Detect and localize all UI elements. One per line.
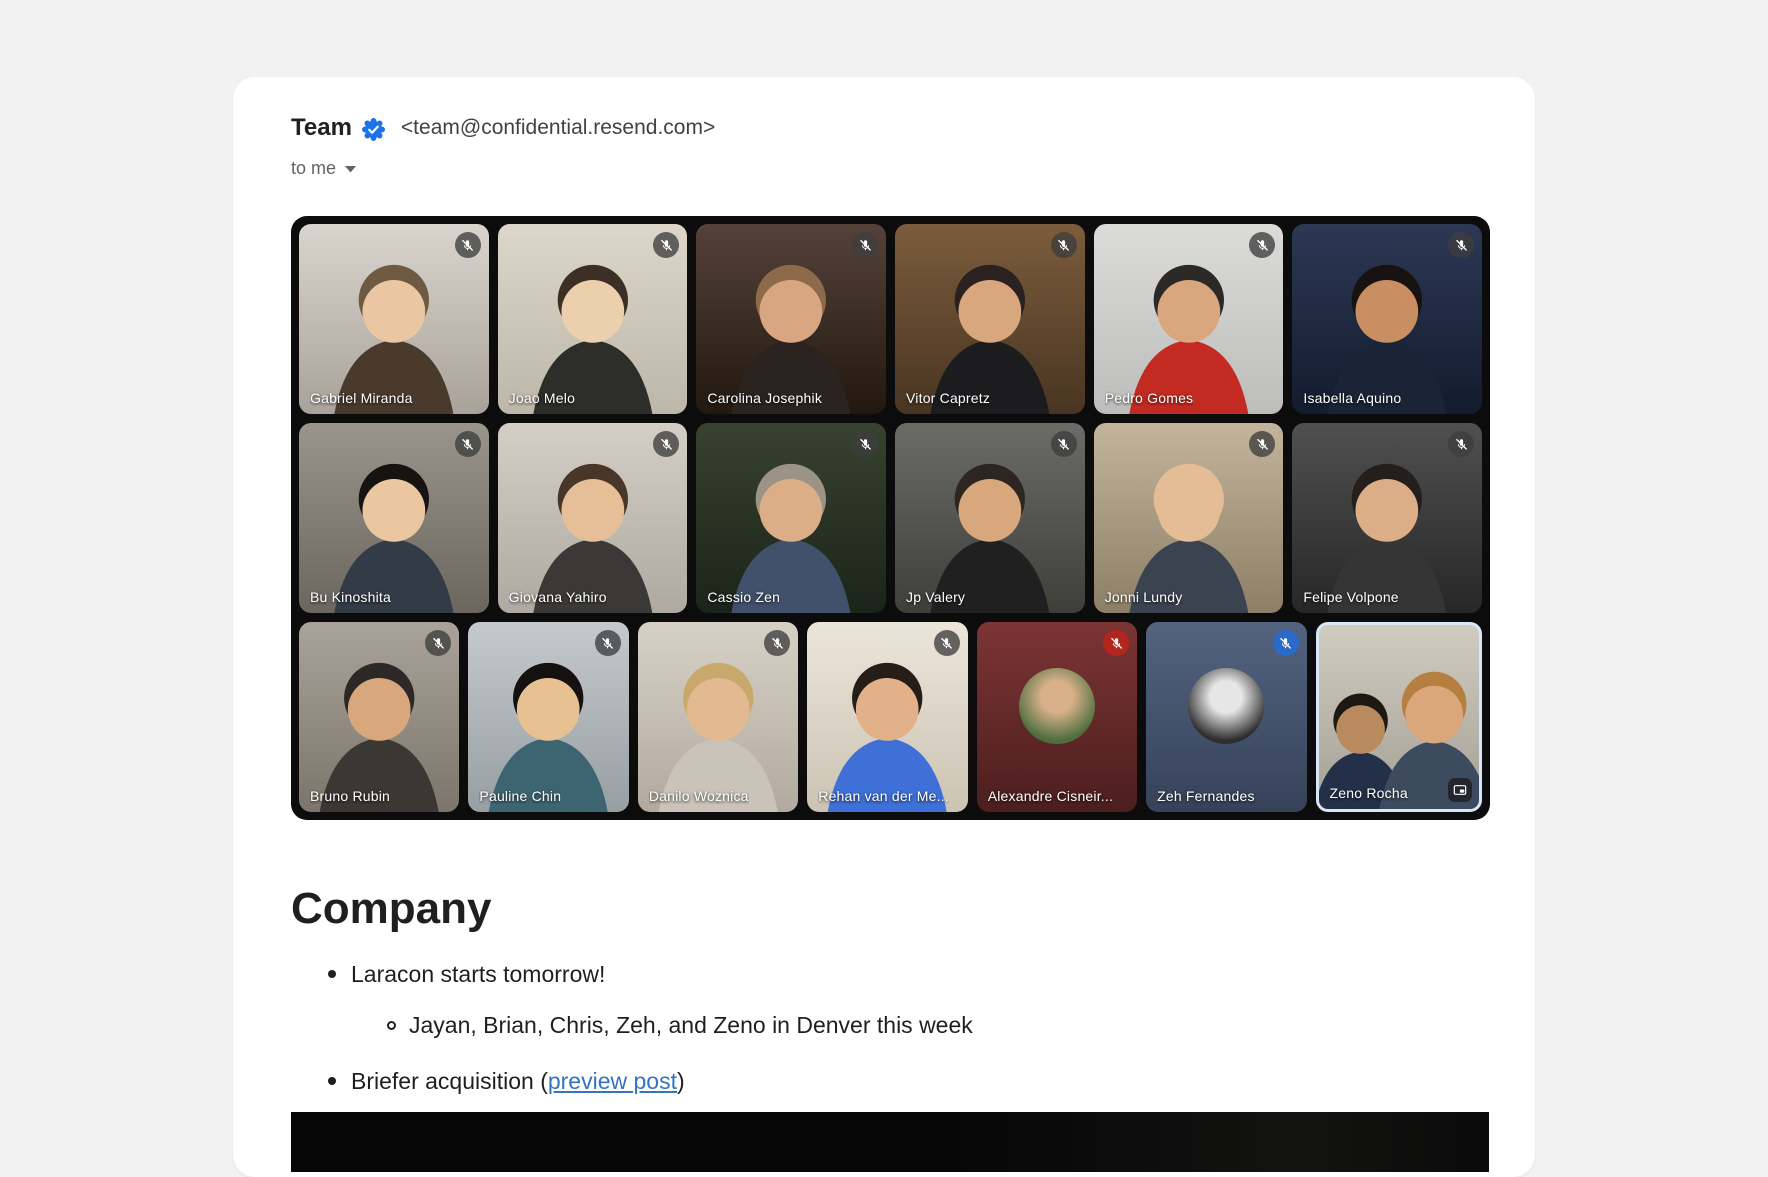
mute-badge (1273, 630, 1299, 656)
mic-off-icon (1278, 636, 1293, 651)
mic-off-icon (1109, 636, 1124, 651)
bullet-circle (387, 1021, 396, 1030)
mic-off-icon (460, 437, 475, 452)
mic-off-icon (858, 238, 873, 253)
bullet-dot (328, 1077, 336, 1085)
bullet-text-before: Briefer acquisition ( (351, 1068, 548, 1094)
mute-badge (852, 431, 878, 457)
mic-off-icon (460, 238, 475, 253)
meet-screenshot-image[interactable]: Gabriel Miranda Joao Melo Carolina Josep… (291, 216, 1490, 820)
participant-tile: Felipe Volpone (1292, 423, 1482, 613)
participant-name: Jp Valery (906, 589, 965, 605)
bullet-text-after: ) (677, 1068, 685, 1094)
mute-badge (455, 232, 481, 258)
bullet-dot (328, 970, 336, 978)
meet-grid-row: Bruno Rubin Pauline Chin Danilo Woznica … (299, 622, 1482, 812)
meet-grid-row: Bu Kinoshita Giovana Yahiro Cassio Zen J… (299, 423, 1482, 613)
mic-off-icon (770, 636, 785, 651)
participant-tile: Jonni Lundy (1094, 423, 1284, 613)
participant-name: Danilo Woznica (649, 788, 749, 804)
participant-tile: Isabella Aquino (1292, 224, 1482, 414)
company-heading: Company (291, 883, 1535, 935)
participant-name: Rehan van der Me... (818, 788, 949, 804)
recipient-dropdown[interactable]: to me (291, 156, 1535, 180)
mic-off-icon (939, 636, 954, 651)
mic-off-icon (1454, 238, 1469, 253)
participant-name: Gabriel Miranda (310, 390, 413, 406)
meet-grid-row: Gabriel Miranda Joao Melo Carolina Josep… (299, 224, 1482, 414)
participant-tile: Pedro Gomes (1094, 224, 1284, 414)
mute-badge (934, 630, 960, 656)
participant-tile: Alexandre Cisneir... (977, 622, 1137, 812)
participant-name: Giovana Yahiro (509, 589, 607, 605)
sender-address[interactable]: <team@confidential.resend.com> (401, 116, 715, 140)
participant-name: Vitor Capretz (906, 390, 990, 406)
participant-tile: Cassio Zen (696, 423, 886, 613)
participant-tile: Bu Kinoshita (299, 423, 489, 613)
mute-badge (1448, 431, 1474, 457)
participant-name: Pauline Chin (479, 788, 561, 804)
verified-badge-icon (362, 118, 385, 141)
mute-badge (595, 630, 621, 656)
participant-tile: Joao Melo (498, 224, 688, 414)
mic-off-icon (600, 636, 615, 651)
mic-off-icon (659, 238, 674, 253)
mic-off-icon (1056, 437, 1071, 452)
participant-name: Zeh Fernandes (1157, 788, 1255, 804)
mic-off-icon (1255, 437, 1270, 452)
participant-name: Joao Melo (509, 390, 575, 406)
email-sender-row: Team <team@confidential.resend.com> (291, 112, 1535, 144)
profile-avatar (1188, 668, 1264, 744)
mic-off-icon (858, 437, 873, 452)
bullet-item: Laracon starts tomorrow! (291, 957, 1535, 991)
bullet-item: Briefer acquisition (preview post) (291, 1064, 1535, 1098)
participant-tile: Rehan van der Me... (807, 622, 967, 812)
participant-tile: Pauline Chin (468, 622, 628, 812)
bullet-text: Briefer acquisition (preview post) (351, 1064, 685, 1098)
participant-name: Zeno Rocha (1330, 785, 1408, 801)
participant-name: Bu Kinoshita (310, 589, 391, 605)
chevron-down-icon (345, 166, 356, 173)
participant-tile: Carolina Josephik (696, 224, 886, 414)
pip-button (1448, 778, 1472, 802)
email-card: Team <team@confidential.resend.com> to m… (233, 77, 1535, 1177)
preview-post-link[interactable]: preview post (548, 1068, 677, 1094)
participant-name: Felipe Volpone (1303, 589, 1398, 605)
participant-tile: Danilo Woznica (638, 622, 798, 812)
mute-badge (1051, 431, 1077, 457)
mic-off-icon (659, 437, 674, 452)
attached-dark-image[interactable] (291, 1112, 1489, 1172)
mute-badge (455, 431, 481, 457)
participant-name: Carolina Josephik (707, 390, 822, 406)
profile-avatar (1019, 668, 1095, 744)
participant-name: Alexandre Cisneir... (988, 788, 1113, 804)
bullet-text: Laracon starts tomorrow! (351, 957, 605, 991)
participant-name: Cassio Zen (707, 589, 780, 605)
mic-off-icon (1056, 238, 1071, 253)
recipient-label: to me (291, 158, 336, 179)
participant-tile: Giovana Yahiro (498, 423, 688, 613)
mic-off-icon (431, 636, 446, 651)
mute-badge (852, 232, 878, 258)
participant-tile: Gabriel Miranda (299, 224, 489, 414)
participant-tile: Zeno Rocha (1316, 622, 1482, 812)
participant-tile: Zeh Fernandes (1146, 622, 1306, 812)
participant-tile: Bruno Rubin (299, 622, 459, 812)
participant-name: Pedro Gomes (1105, 390, 1194, 406)
bullet-text: Jayan, Brian, Chris, Zeh, and Zeno in De… (409, 1008, 973, 1042)
picture-in-picture-icon (1452, 782, 1468, 798)
participant-tile: Jp Valery (895, 423, 1085, 613)
mic-off-icon (1454, 437, 1469, 452)
mute-badge (1051, 232, 1077, 258)
bullet-subitem: Jayan, Brian, Chris, Zeh, and Zeno in De… (291, 1008, 1535, 1042)
mute-badge (1103, 630, 1129, 656)
participant-name: Jonni Lundy (1105, 589, 1183, 605)
participant-name: Isabella Aquino (1303, 390, 1401, 406)
mic-off-icon (1255, 238, 1270, 253)
mute-badge (1448, 232, 1474, 258)
participant-tile: Vitor Capretz (895, 224, 1085, 414)
sender-name[interactable]: Team (291, 114, 352, 142)
participant-name: Bruno Rubin (310, 788, 390, 804)
